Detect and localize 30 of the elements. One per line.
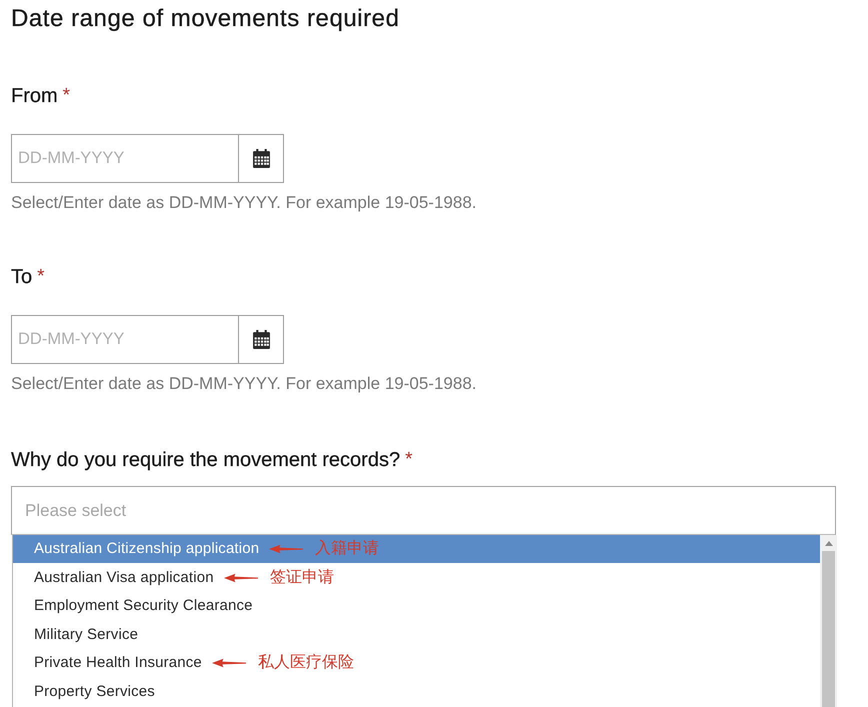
dropdown-option[interactable]: Australian Visa application xyxy=(13,564,218,592)
section-heading: Date range of movements required xyxy=(11,5,400,33)
field-label: From xyxy=(11,84,58,108)
annotation-note: 入籍申请 xyxy=(315,539,379,559)
calendar-icon xyxy=(252,330,270,349)
scroll-up-arrow-icon xyxy=(824,541,832,546)
date-input-field[interactable]: DD-MM-YYYY xyxy=(11,134,238,183)
help-text: Select/Enter date as DD-MM-YYYY. For example 19-05-1988. xyxy=(11,373,478,395)
dropdown-option[interactable]: Private Health Insurance xyxy=(13,649,206,678)
required-asterisk: * xyxy=(37,265,45,289)
annotation-arrow-icon xyxy=(212,658,246,668)
annotation-note: 私人医疗保险 xyxy=(258,653,354,674)
help-text: Select/Enter date as DD-MM-YYYY. For example 19-05-1988. xyxy=(11,192,478,214)
dropdown-option[interactable]: Employment Security Clearance xyxy=(13,592,257,620)
field-label: To xyxy=(11,265,32,289)
required-asterisk: * xyxy=(405,448,412,472)
calendar-button[interactable] xyxy=(238,315,284,364)
date-input-field[interactable]: DD-MM-YYYY xyxy=(11,315,238,364)
calendar-button[interactable] xyxy=(238,134,284,183)
scrollbar-thumb[interactable] xyxy=(822,551,835,707)
field-label: Why do you require the movement records? xyxy=(11,448,400,472)
required-asterisk: * xyxy=(62,84,70,108)
annotation-note: 签证申请 xyxy=(270,568,334,588)
dropdown-option[interactable]: Military Service xyxy=(13,620,142,649)
scrollbar[interactable] xyxy=(820,535,837,707)
annotation-arrow-icon xyxy=(224,572,258,583)
select-field[interactable]: Please select xyxy=(11,486,836,535)
dropdown-option[interactable]: Property Services xyxy=(13,678,159,706)
calendar-icon xyxy=(252,149,270,168)
annotation-arrow-icon xyxy=(269,544,303,554)
